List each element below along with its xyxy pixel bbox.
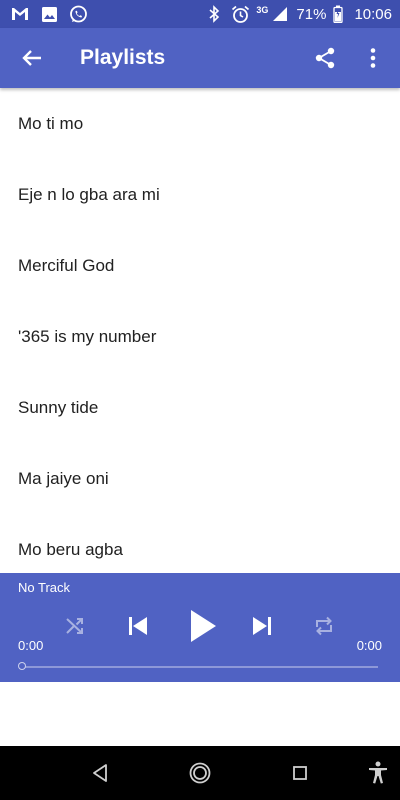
previous-button[interactable]: [124, 612, 152, 640]
nav-back-button[interactable]: [87, 760, 113, 786]
accessibility-icon: [369, 761, 387, 784]
list-item[interactable]: Sunny tide: [0, 372, 400, 443]
list-item[interactable]: Mo beru agba: [0, 514, 400, 573]
playlist-list: Mo ti mo Eje n lo gba ara mi Merciful Go…: [0, 88, 400, 573]
bluetooth-icon: [204, 4, 224, 24]
list-item[interactable]: '365 is my number: [0, 301, 400, 372]
song-title: Mo ti mo: [18, 113, 84, 133]
gallery-icon: [39, 4, 59, 24]
repeat-button[interactable]: [311, 613, 337, 639]
nav-recents-button[interactable]: [287, 760, 313, 786]
list-item[interactable]: Mo ti mo: [0, 88, 400, 159]
system-nav-bar: [0, 746, 400, 800]
battery-percent: 71%: [296, 5, 327, 23]
alarm-icon: [230, 4, 250, 24]
song-title: '365 is my number: [18, 326, 157, 346]
list-item[interactable]: Merciful God: [0, 230, 400, 301]
repeat-icon: [316, 616, 332, 636]
music-player: No Track 0:00 0:00: [0, 573, 400, 682]
back-arrow-icon: [22, 50, 41, 66]
gmail-icon: [10, 4, 30, 24]
status-bar: 3G 71% 10:06: [0, 0, 400, 28]
play-button[interactable]: [184, 607, 222, 645]
shuffle-icon: [66, 618, 83, 634]
seek-thumb[interactable]: [18, 662, 26, 670]
more-options-button[interactable]: [360, 45, 386, 71]
next-button[interactable]: [248, 612, 276, 640]
current-track-label: No Track: [18, 580, 71, 595]
song-title: Mo beru agba: [18, 539, 123, 559]
signal-type-label: 3G: [256, 5, 269, 15]
play-icon: [191, 610, 216, 642]
page-title: Playlists: [80, 46, 166, 69]
total-duration: 0:00: [356, 638, 382, 653]
song-title: Ma jaiye oni: [18, 468, 109, 488]
song-title: Sunny tide: [18, 397, 99, 417]
whatsapp-icon: [68, 4, 88, 24]
share-icon: [315, 47, 335, 69]
nav-home-button[interactable]: [187, 760, 213, 786]
clock: 10:06: [354, 5, 392, 23]
app-screen: 3G 71% 10:06 Playlists Mo ti mo Eje n lo…: [0, 0, 400, 800]
skip-next-icon: [253, 617, 271, 635]
skip-previous-icon: [129, 617, 147, 635]
song-title: Eje n lo gba ara mi: [18, 184, 160, 204]
battery-icon: [332, 4, 344, 24]
app-bar: Playlists: [0, 28, 400, 88]
elapsed-time: 0:00: [18, 638, 44, 653]
share-button[interactable]: [312, 45, 338, 71]
home-circle-icon: [189, 762, 211, 784]
back-button[interactable]: [17, 43, 47, 73]
shuffle-button[interactable]: [62, 613, 88, 639]
signal-icon: [270, 4, 290, 24]
list-item[interactable]: Ma jaiye oni: [0, 443, 400, 514]
song-title: Merciful God: [18, 255, 115, 275]
seek-bar[interactable]: [22, 666, 378, 668]
list-item[interactable]: Eje n lo gba ara mi: [0, 159, 400, 230]
accessibility-button[interactable]: [365, 760, 391, 786]
triangle-back-icon: [93, 764, 107, 782]
recents-square-icon: [293, 766, 307, 780]
more-vert-icon: [370, 48, 376, 68]
